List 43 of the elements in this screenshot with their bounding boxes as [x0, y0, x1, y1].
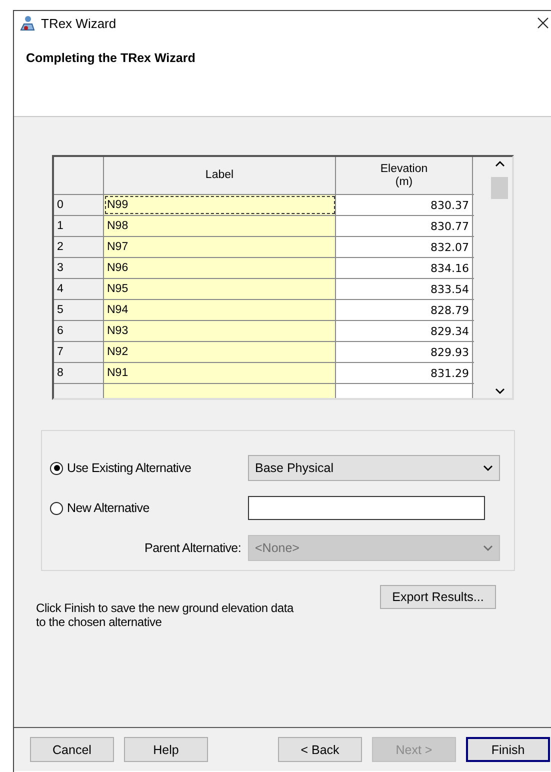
table-cell[interactable]: [104, 384, 336, 398]
export-results-button[interactable]: Export Results...: [380, 585, 496, 609]
row-number: 3: [54, 258, 104, 278]
table-cell[interactable]: N95: [104, 279, 336, 299]
table-cell[interactable]: N99: [104, 195, 336, 215]
table-cell[interactable]: N92: [104, 342, 336, 362]
table-cell[interactable]: N98: [104, 216, 336, 236]
table-cell[interactable]: 830.37: [336, 195, 473, 215]
finish-button[interactable]: Finish: [466, 737, 550, 762]
window-title: TRex Wizard: [41, 16, 116, 30]
app-icon: [18, 15, 36, 31]
parent-alternative-label: Parent Alternative:: [144, 541, 242, 555]
table-cell[interactable]: 834.16: [336, 258, 473, 278]
instruction-text: Click Finish to save the new ground elevation data to the chosen alternative: [36, 601, 295, 629]
scrollbar-thumb[interactable]: [491, 177, 508, 199]
input-field[interactable]: [248, 496, 485, 520]
radio-button[interactable]: [50, 502, 63, 514]
table-cell[interactable]: N97: [104, 237, 336, 257]
radio-label[interactable]: Use Existing Alternative: [67, 461, 192, 475]
table-cell[interactable]: 828.79: [336, 300, 473, 320]
close-icon[interactable]: [537, 17, 549, 29]
table-cell[interactable]: N91: [104, 363, 336, 383]
table-cell[interactable]: 833.54: [336, 279, 473, 299]
wizard-button[interactable]: Help: [124, 737, 208, 762]
chevron-down-icon: [483, 545, 493, 551]
table-cell[interactable]: 829.93: [336, 342, 473, 362]
table-cell[interactable]: 829.34: [336, 321, 473, 341]
row-number: 0: [54, 195, 104, 215]
table-cell[interactable]: 831.29: [336, 363, 473, 383]
page-heading: Completing the TRex Wizard: [26, 51, 196, 65]
table-cell[interactable]: 830.77: [336, 216, 473, 236]
radio-button[interactable]: [50, 462, 63, 474]
chevron-down-icon: [483, 465, 493, 471]
wizard-button[interactable]: < Back: [278, 737, 362, 762]
alternative-dropdown[interactable]: Base Physical: [248, 455, 500, 481]
radio-label[interactable]: New Alternative: [67, 501, 150, 515]
table-cell[interactable]: N93: [104, 321, 336, 341]
table-cell[interactable]: N96: [104, 258, 336, 278]
table-cell[interactable]: [336, 384, 473, 398]
table-cell[interactable]: 832.07: [336, 237, 473, 257]
table-cell[interactable]: N94: [104, 300, 336, 320]
row-number: 4: [54, 279, 104, 299]
wizard-button[interactable]: Cancel: [30, 737, 114, 762]
